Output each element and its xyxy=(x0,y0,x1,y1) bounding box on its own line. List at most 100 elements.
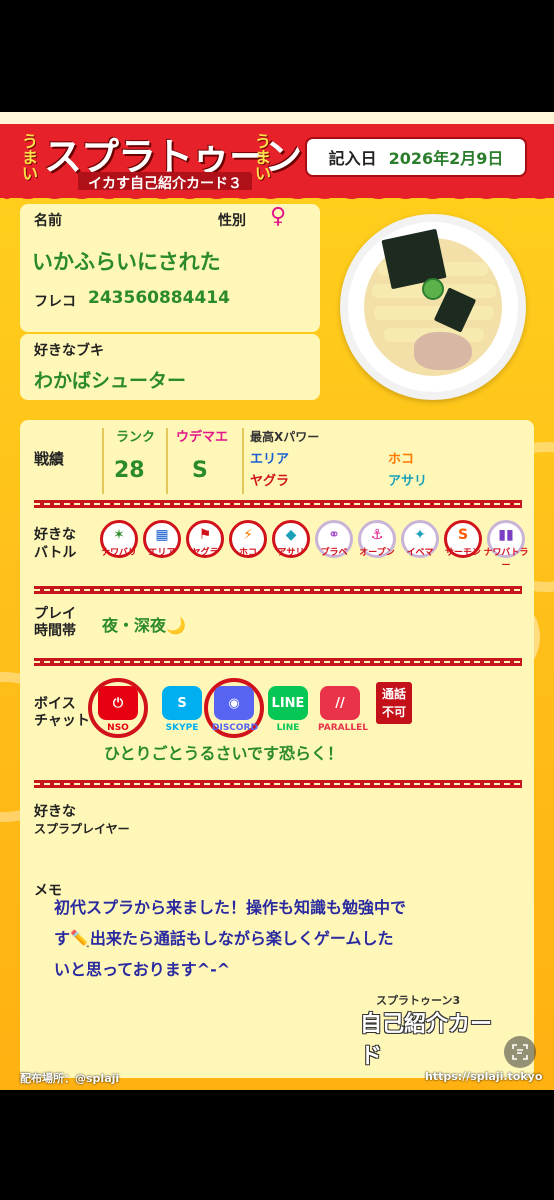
voice-chat-label: ボイス チャット xyxy=(34,696,90,730)
gender-label: 性別 xyxy=(218,213,246,229)
battle-mode-0: ✶ ナワバリ xyxy=(100,520,138,558)
corner-logo: スプラトゥーン3 自己紹介カード xyxy=(356,992,506,1069)
battle-mode-label: ナワバリ xyxy=(101,548,137,558)
voice-app-skype: S SKYPE xyxy=(160,686,204,733)
player-name: いかふらいにされた xyxy=(32,250,221,274)
no-call-badge: 通話 不可 xyxy=(376,682,412,724)
header-banner: うまい スプラトゥーン うまい イカす自己紹介カード３ 記入日 2026年2月9… xyxy=(0,112,554,198)
battle-mode-label: ナワバトラー xyxy=(483,548,529,571)
xpower-area-label: エリア xyxy=(250,452,290,467)
line-icon: LINE xyxy=(268,686,308,720)
ramen-pattern-divider xyxy=(34,500,522,508)
voice-app-line: LINE LINE xyxy=(266,686,310,733)
voice-app-label: NSO xyxy=(107,723,129,733)
parallel-icon: // xyxy=(320,686,360,720)
battle-mode-label: イベマ xyxy=(406,548,434,558)
date-box: 記入日 2026年2月9日 xyxy=(305,137,527,177)
ramen-pattern-divider xyxy=(34,586,522,594)
nso-icon: ⏻ xyxy=(98,686,138,720)
date-label: 記入日 xyxy=(328,149,377,168)
weapon-panel: 好きなブキ わかばシューター xyxy=(20,334,320,400)
umai-right-text: うまい xyxy=(255,132,272,183)
battle-mode-icon: ▮▮ xyxy=(498,527,514,543)
playtime-label-line2: 時間帯 xyxy=(34,623,76,639)
voice-app-nso: ⏻ NSO xyxy=(96,686,140,733)
column-separator xyxy=(102,428,104,494)
battle-mode-1: ▦ エリア xyxy=(143,520,181,558)
column-separator xyxy=(242,428,244,494)
battle-mode-6: ⚓ オープン xyxy=(358,520,396,558)
voice-app-label: LINE xyxy=(276,723,300,733)
voice-app-label: SKYPE xyxy=(165,723,199,733)
no-call-line1: 通話 xyxy=(381,687,406,701)
battle-mode-2: ⚑ ヤグラ xyxy=(186,520,224,558)
voice-chat-label-line1: ボイス xyxy=(34,696,76,712)
battle-mode-icon: ✶ xyxy=(113,527,125,543)
weapon-label: 好きなブキ xyxy=(34,343,104,359)
battle-mode-icon: ▦ xyxy=(155,527,169,543)
skype-icon: S xyxy=(162,686,202,720)
udemae-label: ウデマエ xyxy=(176,430,229,445)
footer-url: https://splaji.tokyo xyxy=(425,1070,543,1083)
battle-mode-3: ⚡ ホコ xyxy=(229,520,267,558)
date-value: 2026年2月9日 xyxy=(388,149,504,168)
udemae-value: S xyxy=(192,458,208,483)
banner-top-strip xyxy=(0,112,554,124)
battle-mode-icon: ◆ xyxy=(285,527,297,543)
name-label: 名前 xyxy=(34,213,62,229)
umai-left-text: うまい xyxy=(22,132,39,183)
rank-value: 28 xyxy=(114,458,145,483)
corner-logo-main: 自己紹介カード xyxy=(360,1012,493,1069)
fav-player-label: 好きな スプラプレイヤー xyxy=(34,804,130,838)
memo-line2: す✏️出来たら通話もしながら楽しくゲームした xyxy=(54,929,394,948)
name-panel: 名前 性別 ♀ いかふらいにされた フレコ 243560884414 xyxy=(20,204,320,332)
battle-mode-label: エリア xyxy=(148,548,176,558)
battle-mode-label: プラベ xyxy=(320,548,348,558)
ramen-bowl-image xyxy=(340,214,526,400)
footer-distribution: 配布場所：@splaji xyxy=(20,1072,120,1085)
battle-mode-label: オープン xyxy=(359,548,395,558)
battle-mode-label: ホコ xyxy=(238,548,257,558)
no-call-line2: 不可 xyxy=(381,705,406,719)
battle-mode-label: ヤグラ xyxy=(191,548,219,558)
xpower-yagura-label: ヤグラ xyxy=(250,474,290,489)
female-symbol-icon: ♀ xyxy=(270,204,287,229)
scan-text-button[interactable] xyxy=(504,1036,536,1068)
battle-mode-icon: ⚓ xyxy=(370,527,384,543)
battle-mode-icon: ⚡ xyxy=(243,527,253,543)
voice-comment: ひとりごとうるさいです恐らく！ xyxy=(104,744,344,763)
intro-card: うまい スプラトゥーン うまい イカす自己紹介カード３ 記入日 2026年2月9… xyxy=(0,112,554,1090)
xpower-hoko-label: ホコ xyxy=(388,452,415,467)
xpower-label: 最高Xパワー xyxy=(250,430,320,444)
battle-mode-8: S サーモン xyxy=(444,520,482,558)
battle-label-line2: バトル xyxy=(34,545,77,561)
record-label: 戦績 xyxy=(34,450,65,468)
column-separator xyxy=(166,428,168,494)
battle-label: 好きな バトル xyxy=(34,526,76,562)
battle-mode-icon: ⚑ xyxy=(198,527,212,543)
banner-scallop-edge xyxy=(0,190,554,199)
voice-app-label: PARALLEL xyxy=(318,723,368,733)
voice-app-discord: ◉ DISCORD xyxy=(212,686,258,733)
scan-text-icon xyxy=(512,1044,528,1060)
memo-text: 初代スプラから来ました！操作も知識も勉強中で す✏️出来たら通話もしながら楽しく… xyxy=(54,892,494,985)
fav-player-label-line2: スプラプレイヤー xyxy=(34,822,130,836)
battle-mode-icon: ✦ xyxy=(414,527,426,543)
battle-mode-5: ⚭ プラベ xyxy=(315,520,353,558)
battle-mode-9: ▮▮ ナワバトラー xyxy=(483,520,529,571)
voice-chat-label-line2: チャット xyxy=(34,713,90,729)
battle-mode-icon: ⚭ xyxy=(328,527,340,543)
voice-app-parallel: // PARALLEL xyxy=(318,686,368,733)
memo-line3: いと思っております^-^ xyxy=(54,960,231,979)
playtime-value: 夜・深夜🌙 xyxy=(102,616,186,635)
battle-mode-label: サーモン xyxy=(444,548,481,558)
voice-app-label: DISCORD xyxy=(212,723,258,733)
negi-topping xyxy=(422,278,444,300)
ramen-pattern-divider xyxy=(34,780,522,788)
ramen-pattern-divider xyxy=(34,658,522,666)
rank-label: ランク xyxy=(116,430,156,445)
battle-label-line1: 好きな xyxy=(34,527,76,543)
battle-mode-label: アサリ xyxy=(277,548,305,558)
weapon-value: わかばシューター xyxy=(34,370,187,392)
chashu-topping xyxy=(414,332,472,370)
